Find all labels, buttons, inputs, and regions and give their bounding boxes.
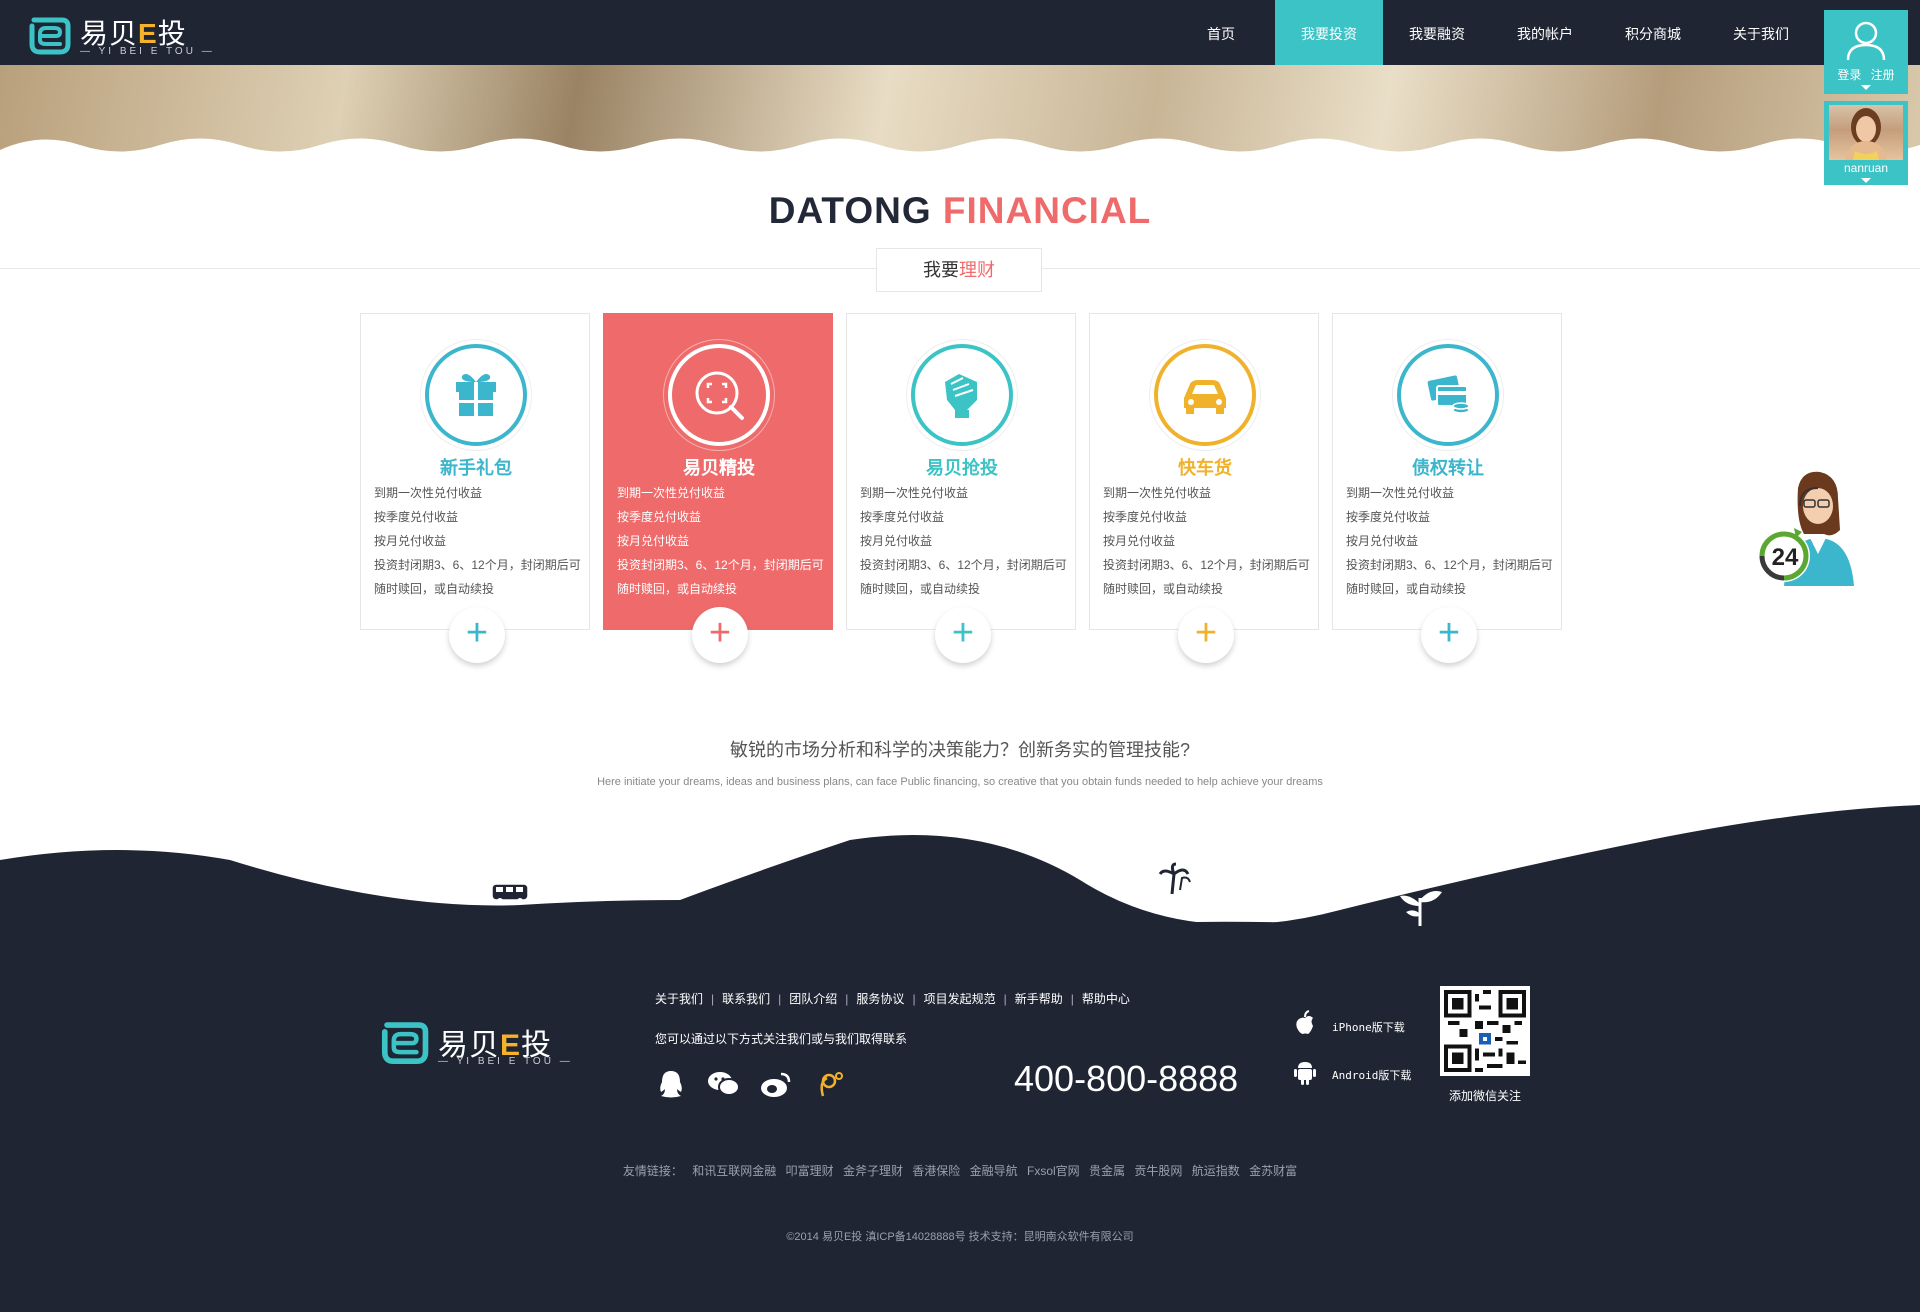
expand-caret-icon[interactable] (1861, 85, 1871, 90)
friend-link[interactable]: 香港保险 (912, 1164, 960, 1178)
expand-caret-icon[interactable] (1861, 178, 1871, 183)
nav-my-account[interactable]: 我的帐户 (1491, 0, 1599, 65)
card-description: 到期一次性兑付收益 按季度兑付收益 按月兑付收益 投资封闭期3、6、12个月，封闭期后… (374, 486, 581, 596)
footer-link-about[interactable]: 关于我们 (655, 992, 703, 1006)
slogan-en: Here initiate your dreams, ideas and bus… (597, 776, 1323, 788)
card-title: 易贝抢投 (926, 458, 998, 478)
nav-points-mall[interactable]: 积分商城 (1599, 0, 1707, 65)
friend-links: 友情链接： 和讯互联网金融 叩富理财 金斧子理财 香港保险 金融导航 Fxsol… (0, 1162, 1920, 1179)
card-title: 快车货 (1178, 458, 1232, 478)
product-card-debt-transfer[interactable]: 债权转让 到期一次性兑付收益 按季度兑付收益 按月兑付收益 投资封闭期3、6、12个月… (1332, 313, 1562, 663)
logo-subtext: — YI BEI E TOU — (80, 46, 215, 57)
android-icon (1294, 1062, 1316, 1085)
friend-link[interactable]: 和讯互联网金融 (692, 1164, 776, 1178)
customer-service-24h[interactable]: 24 (1754, 468, 1864, 588)
friend-link[interactable]: 航运指数 (1192, 1164, 1240, 1178)
qq-icon[interactable] (655, 1068, 707, 1100)
nav-home[interactable]: 首页 (1167, 0, 1275, 65)
friend-link[interactable]: 叩富理财 (786, 1164, 834, 1178)
wechat-qr-code (1440, 986, 1530, 1076)
username: nanruan (1843, 161, 1889, 175)
weibo-icon[interactable] (759, 1068, 811, 1100)
card-description: 到期一次性兑付收益 按季度兑付收益 按月兑付收益 投资封闭期3、6、12个月，封闭期后… (1103, 486, 1310, 596)
qr-caption: 添加微信关注 (1448, 1089, 1521, 1103)
bus-icon (491, 883, 529, 904)
friend-link[interactable]: 贡牛股网 (1134, 1164, 1182, 1178)
add-button[interactable]: + (692, 607, 748, 663)
car-icon (1184, 380, 1226, 414)
slogan-cn: 敏锐的市场分析和科学的决策能力？创新务实的管理技能? (729, 740, 1190, 760)
main-nav: 首页 我要投资 我要融资 我的帐户 积分商城 关于我们 (1167, 0, 1815, 65)
site-logo[interactable]: 易贝E投 — YI BEI E TOU — (24, 8, 212, 58)
friend-link[interactable]: Fxsol官网 (1027, 1164, 1080, 1178)
add-button[interactable]: + (449, 607, 505, 663)
cards-icon (1427, 375, 1470, 414)
hero-banner (0, 65, 1920, 160)
fist-icon (945, 374, 977, 418)
footer-links: 关于我们 | 联系我们 | 团队介绍 | 服务协议 | 项目发起规范 | 新手帮助 | 帮助中心 (655, 992, 1130, 1006)
copyright: ©2014 易贝E投 滇ICP备14028888号 技术支持：昆明南众软件有限公… (786, 1231, 1134, 1243)
nav-financing[interactable]: 我要融资 (1383, 0, 1491, 65)
footer-link-help-center[interactable]: 帮助中心 (1082, 992, 1130, 1006)
card-title: 易贝精投 (683, 458, 755, 478)
iphone-download-label: iPhone版下载 (1332, 1021, 1405, 1034)
hotline-phone: 400-800-8888 (1014, 1058, 1239, 1099)
add-button[interactable]: + (1178, 607, 1234, 663)
friend-link[interactable]: 金苏财富 (1249, 1164, 1297, 1178)
product-card-rush-invest[interactable]: 易贝抢投 到期一次性兑付收益 按季度兑付收益 按月兑付收益 投资封闭期3、6、12个月… (846, 313, 1076, 663)
footer-logo[interactable]: 易贝E投 — YI BEI E TOU — (378, 1014, 578, 1074)
section-title: DATONG FINANCIAL (768, 190, 1152, 231)
nav-about-us[interactable]: 关于我们 (1707, 0, 1815, 65)
iphone-download[interactable]: iPhone版下载 (1292, 1010, 1442, 1040)
footer-link-contact[interactable]: 联系我们 (722, 992, 770, 1006)
card-title: 债权转让 (1412, 458, 1484, 478)
logo-e-icon (381, 1022, 429, 1065)
avatar (1829, 105, 1903, 160)
user-avatar-panel[interactable]: nanruan (1824, 101, 1908, 185)
wechat-icon[interactable] (707, 1068, 759, 1100)
product-card-precise-invest[interactable]: 易贝精投 到期一次性兑付收益 按季度兑付收益 按月兑付收益 投资封闭期3、6、12个月… (603, 313, 833, 663)
gift-icon (456, 374, 496, 416)
card-description: 到期一次性兑付收益 按季度兑付收益 按月兑付收益 投资封闭期3、6、12个月，封闭期后… (617, 486, 824, 596)
footer-link-newbie-help[interactable]: 新手帮助 (1015, 992, 1063, 1006)
apple-icon (1296, 1010, 1313, 1034)
android-download[interactable]: Android版下载 (1292, 1058, 1442, 1088)
product-card-express-loan[interactable]: 快车货 到期一次性兑付收益 按季度兑付收益 按月兑付收益 投资封闭期3、6、12个月，… (1089, 313, 1319, 663)
section-subtitle: 我要理财 (876, 248, 1042, 292)
friend-links-label: 友情链接： (622, 1164, 683, 1178)
banner-wave (0, 138, 1920, 160)
add-button[interactable]: + (935, 607, 991, 663)
card-title: 新手礼包 (440, 458, 512, 478)
social-icons (655, 1068, 863, 1100)
login-link[interactable]: 登录 (1837, 68, 1861, 82)
friend-link[interactable]: 金斧子理财 (843, 1164, 903, 1178)
nav-invest[interactable]: 我要投资 (1275, 0, 1383, 65)
footer-link-team[interactable]: 团队介绍 (789, 992, 837, 1006)
footer-link-terms[interactable]: 服务协议 (856, 992, 904, 1006)
top-nav-bar: 易贝E投 — YI BEI E TOU — 首页 我要投资 我要融资 我的帐户 … (0, 0, 1920, 65)
page: 易贝E投 — YI BEI E TOU — 首页 我要投资 我要融资 我的帐户 … (0, 0, 1920, 1312)
user-icon (1846, 21, 1886, 61)
register-link[interactable]: 注册 (1871, 68, 1895, 82)
footer-link-project-rules[interactable]: 项目发起规范 (924, 992, 996, 1006)
logo-e-icon (29, 17, 71, 55)
friend-link[interactable]: 贵金属 (1089, 1164, 1125, 1178)
search-target-icon (695, 371, 744, 420)
user-login-panel: 登录 注册 (1824, 10, 1908, 94)
product-card-newbie-gift[interactable]: 新手礼包 到期一次性兑付收益 按季度兑付收益 按月兑付收益 投资封闭期3、6、12个月… (360, 313, 590, 663)
tencent-weibo-icon[interactable] (811, 1068, 863, 1100)
logo-subtext: — YI BEI E TOU — (438, 1056, 573, 1067)
card-description: 到期一次性兑付收益 按季度兑付收益 按月兑付收益 投资封闭期3、6、12个月，封闭期后… (860, 486, 1067, 596)
support-hours: 24 (1771, 544, 1799, 571)
android-download-label: Android版下载 (1332, 1069, 1412, 1082)
friend-link[interactable]: 金融导航 (970, 1164, 1018, 1178)
card-description: 到期一次性兑付收益 按季度兑付收益 按月兑付收益 投资封闭期3、6、12个月，封闭期后… (1346, 486, 1553, 596)
add-button[interactable]: + (1421, 607, 1477, 663)
qr-code-icon (1444, 990, 1526, 1072)
follow-text: 您可以通过以下方式关注我们或与我们取得联系 (655, 1032, 908, 1046)
